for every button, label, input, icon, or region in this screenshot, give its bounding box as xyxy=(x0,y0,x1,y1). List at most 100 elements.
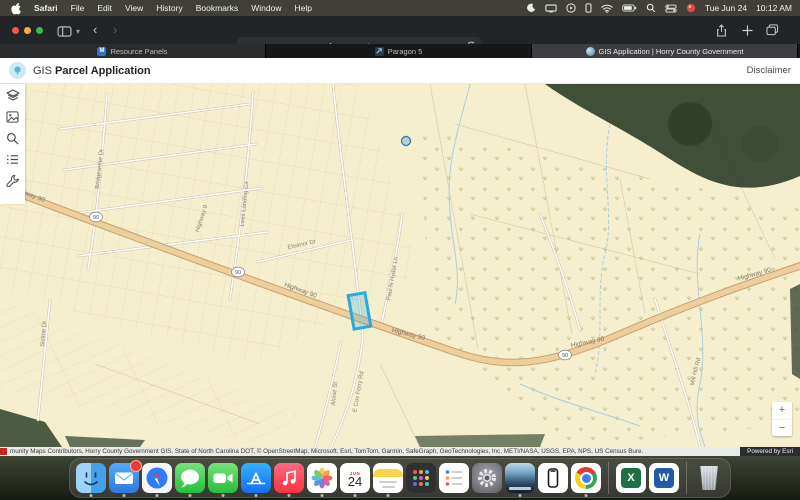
dock-word-icon[interactable]: W xyxy=(649,463,679,493)
menu-item-safari[interactable]: Safari xyxy=(34,3,58,13)
screen: Safari File Edit View History Bookmarks … xyxy=(0,0,800,500)
menu-item-file[interactable]: File xyxy=(71,3,85,13)
page-title: GIS Parcel Application xyxy=(33,65,151,77)
moon-icon[interactable] xyxy=(526,3,536,13)
play-circle-icon[interactable] xyxy=(566,3,576,13)
control-center-icon[interactable] xyxy=(665,4,677,13)
tab-favicon-globe xyxy=(586,47,595,56)
display-icon[interactable] xyxy=(545,4,557,13)
tab-overview-icon[interactable] xyxy=(766,24,779,40)
menu-item-view[interactable]: View xyxy=(125,3,143,13)
calendar-day: 24 xyxy=(348,476,362,488)
dock-separator xyxy=(686,462,687,494)
menu-item-history[interactable]: History xyxy=(156,3,182,13)
map-graphics: 90 90 90 Highway 90 Highway 90 Highway 9… xyxy=(0,84,800,447)
menu-item-window[interactable]: Window xyxy=(251,3,281,13)
sidebar-chevron-icon[interactable]: ▾ xyxy=(76,24,80,40)
tab-label: Resource Panels xyxy=(110,47,167,56)
back-button[interactable]: ‹ xyxy=(93,22,97,38)
share-icon[interactable] xyxy=(716,24,727,41)
dock-excel-icon[interactable]: X xyxy=(616,463,646,493)
tab-favicon-m: M xyxy=(97,47,106,56)
dock-separator xyxy=(608,462,609,494)
gis-app-header: GIS Parcel Application Disclaimer xyxy=(0,58,800,84)
dock-app-store-icon[interactable] xyxy=(241,463,271,493)
macos-menu-bar: Safari File Edit View History Bookmarks … xyxy=(0,0,800,16)
tab-paragon-5[interactable]: Paragon 5 xyxy=(266,44,532,58)
dock-finder-icon[interactable] xyxy=(76,463,106,493)
new-tab-icon[interactable] xyxy=(742,24,753,40)
dock-trash-icon[interactable] xyxy=(694,463,724,493)
forward-button[interactable]: › xyxy=(113,22,117,38)
dock-reminders-icon[interactable] xyxy=(439,463,469,493)
shield-90: 90 xyxy=(562,353,568,359)
map-zoom-control: + − xyxy=(772,402,792,436)
basemap-icon[interactable] xyxy=(6,111,19,123)
menu-item-edit[interactable]: Edit xyxy=(97,3,112,13)
notes-line xyxy=(379,481,397,483)
zoom-out-button[interactable]: − xyxy=(772,420,792,437)
dock-chrome-icon[interactable] xyxy=(571,463,601,493)
apple-icon[interactable] xyxy=(10,2,21,15)
map-canvas[interactable]: 90 90 90 Highway 90 Highway 90 Highway 9… xyxy=(0,84,800,447)
desktop-wallpaper: JUN 24 xyxy=(0,456,800,500)
wifi-icon[interactable] xyxy=(601,4,613,13)
safari-toolbar: ▾ ‹ › horrycounty.org xyxy=(0,16,800,44)
gis-app-logo-icon xyxy=(9,62,26,79)
mail-badge xyxy=(130,460,142,472)
notes-yellow-strip xyxy=(373,469,403,477)
powered-by-esri[interactable]: Powered by Esri xyxy=(740,447,800,456)
map-attribution-bar: munity Maps Contributors, Horry County G… xyxy=(0,447,800,456)
dock: JUN 24 xyxy=(69,458,731,498)
dock-wallpaper-app-icon[interactable] xyxy=(505,463,535,493)
attribution-logo-fragment xyxy=(0,448,7,455)
tab-gis-application[interactable]: GIS Application | Horry County Governmen… xyxy=(532,44,798,58)
tab-label: GIS Application | Horry County Governmen… xyxy=(599,47,744,56)
dock-system-settings-icon[interactable] xyxy=(472,463,502,493)
tab-label: Paragon 5 xyxy=(388,47,423,56)
dock-facetime-icon[interactable] xyxy=(208,463,238,493)
menu-bar-date[interactable]: Tue Jun 24 xyxy=(705,3,747,13)
disclaimer-link[interactable]: Disclaimer xyxy=(747,65,800,76)
tab-favicon-arrow xyxy=(375,47,384,56)
sidebar-toggle-icon[interactable] xyxy=(57,25,72,41)
excel-letter: X xyxy=(621,468,641,488)
menu-bar-time[interactable]: 10:12 AM xyxy=(756,3,792,13)
phone-icon[interactable] xyxy=(585,3,592,13)
location-marker[interactable] xyxy=(402,137,411,146)
window-zoom-button[interactable] xyxy=(36,27,43,34)
red-circle-icon[interactable] xyxy=(686,3,696,13)
dock-calendar-icon[interactable]: JUN 24 xyxy=(340,463,370,493)
safari-tab-bar: M Resource Panels Paragon 5 GIS Applicat… xyxy=(0,44,800,58)
map-tool-panel xyxy=(0,84,25,204)
dock-launchpad-icon[interactable] xyxy=(406,463,436,493)
shield-90: 90 xyxy=(93,215,99,221)
dock-messages-icon[interactable] xyxy=(175,463,205,493)
page-title-prefix: GIS xyxy=(33,65,52,77)
notes-line xyxy=(382,486,395,488)
search-icon[interactable] xyxy=(6,132,19,145)
dock-notes-icon[interactable] xyxy=(373,463,403,493)
window-close-button[interactable] xyxy=(12,27,19,34)
tools-icon[interactable] xyxy=(6,174,19,187)
spotlight-icon[interactable] xyxy=(646,3,656,13)
tab-resource-panels[interactable]: M Resource Panels xyxy=(0,44,266,58)
menu-item-help[interactable]: Help xyxy=(294,3,311,13)
layers-icon[interactable] xyxy=(6,89,20,102)
word-letter: W xyxy=(654,468,674,488)
dock-iphone-mirroring-icon[interactable] xyxy=(538,463,568,493)
battery-icon[interactable] xyxy=(622,4,637,12)
trash-bin-shape xyxy=(699,466,719,490)
dock-mail-icon[interactable] xyxy=(109,463,139,493)
wallpaper-caption-bar xyxy=(509,487,531,490)
dock-music-icon[interactable] xyxy=(274,463,304,493)
menu-item-bookmarks[interactable]: Bookmarks xyxy=(196,3,239,13)
chrome-logo xyxy=(575,467,597,489)
legend-icon[interactable] xyxy=(6,154,19,165)
dock-photos-icon[interactable] xyxy=(307,463,337,493)
zoom-in-button[interactable]: + xyxy=(772,402,792,420)
attribution-text: munity Maps Contributors, Horry County G… xyxy=(10,448,643,455)
dock-safari-icon[interactable] xyxy=(142,463,172,493)
window-minimize-button[interactable] xyxy=(24,27,31,34)
shield-90: 90 xyxy=(235,270,241,276)
